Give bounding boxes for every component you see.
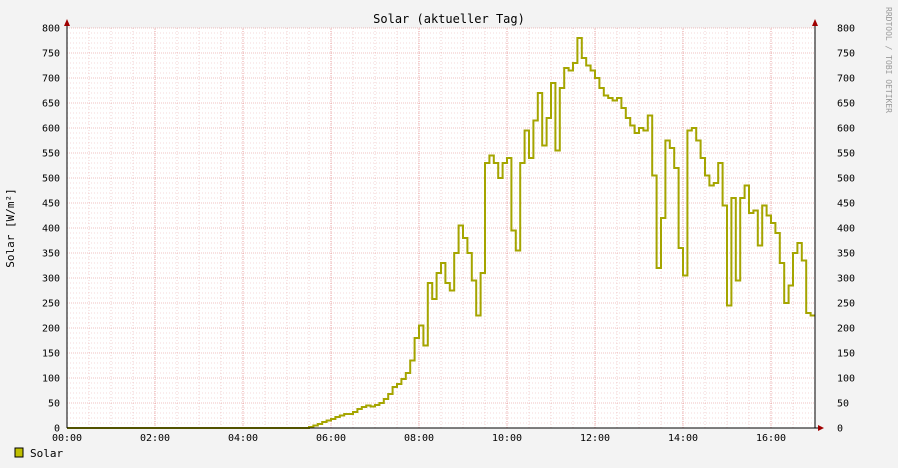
y-tick-label-left: 700 (42, 74, 60, 85)
y-tick-label-left: 750 (42, 49, 60, 60)
x-tick-labels: 00:00 02:00 04:00 06:00 08:00 10:00 12:00 14:00… (52, 433, 786, 444)
y-tick-label-right: 300 (837, 274, 855, 285)
x-tick-label: 16:00 (756, 433, 786, 444)
y-tick-label-right: 400 (837, 224, 855, 235)
chart-canvas: 0 50 100 150 200 250 300 350 400 450 500 550 600 650 7… (4, 7, 893, 460)
y-tick-label-right: 450 (837, 199, 855, 210)
y-tick-label-right: 250 (837, 299, 855, 310)
y-tick-label-left: 800 (42, 24, 60, 35)
x-tick-label: 14:00 (668, 433, 698, 444)
y-tick-label-right: 700 (837, 74, 855, 85)
y-tick-label-right: 800 (837, 24, 855, 35)
y-tick-label-right: 100 (837, 374, 855, 385)
y-tick-label-right: 200 (837, 324, 855, 335)
solar-chart: 0 50 100 150 200 250 300 350 400 450 500 550 600 650 7… (0, 0, 898, 468)
x-tick-label: 04:00 (228, 433, 258, 444)
y-tick-labels-left: 0501001502002503003504004505005506006507… (42, 24, 60, 435)
y-tick-label-right: 0 (837, 424, 843, 435)
y-tick-label-left: 650 (42, 99, 60, 110)
y-tick-label-left: 250 (42, 299, 60, 310)
y-tick-label-right: 650 (837, 99, 855, 110)
y-tick-label-left: 100 (42, 374, 60, 385)
y-tick-label-right: 500 (837, 174, 855, 185)
x-tick-label: 02:00 (140, 433, 170, 444)
y-tick-label-left: 50 (48, 399, 60, 410)
legend: Solar (14, 447, 63, 460)
x-tick-label: 12:00 (580, 433, 610, 444)
y-axis-label: Solar [W/m²] (4, 188, 17, 267)
x-tick-label: 08:00 (404, 433, 434, 444)
y-tick-label-right: 150 (837, 349, 855, 360)
x-tick-label: 00:00 (52, 433, 82, 444)
y-tick-labels-right: 0 50 100 150 200 250 300 350 400 450 500 550 600 650 7… (837, 24, 855, 435)
y-tick-label-right: 50 (837, 399, 849, 410)
x-axis-arrow (818, 425, 824, 431)
y-tick-label-right: 550 (837, 149, 855, 160)
y-tick-label-right: 350 (837, 249, 855, 260)
chart-title: Solar (aktueller Tag) (373, 12, 525, 26)
x-tick-label: 06:00 (316, 433, 346, 444)
legend-swatch-solar (14, 447, 24, 458)
y-tick-label-left: 200 (42, 324, 60, 335)
y-tick-label-right: 750 (837, 49, 855, 60)
y-tick-label-left: 550 (42, 149, 60, 160)
y-tick-label-left: 450 (42, 199, 60, 210)
y-tick-label-left: 600 (42, 124, 60, 135)
y-tick-label-left: 350 (42, 249, 60, 260)
y-tick-label-left: 500 (42, 174, 60, 185)
y-tick-label-left: 300 (42, 274, 60, 285)
watermark-text: RRDTOOL / TOBI OETIKER (884, 7, 893, 113)
y-axis-arrow-right (812, 19, 818, 26)
legend-label-solar: Solar (30, 447, 63, 460)
y-tick-label-right: 600 (837, 124, 855, 135)
y-tick-label-left: 400 (42, 224, 60, 235)
x-tick-label: 10:00 (492, 433, 522, 444)
y-tick-label-left: 150 (42, 349, 60, 360)
y-axis-arrow-left (64, 19, 70, 26)
